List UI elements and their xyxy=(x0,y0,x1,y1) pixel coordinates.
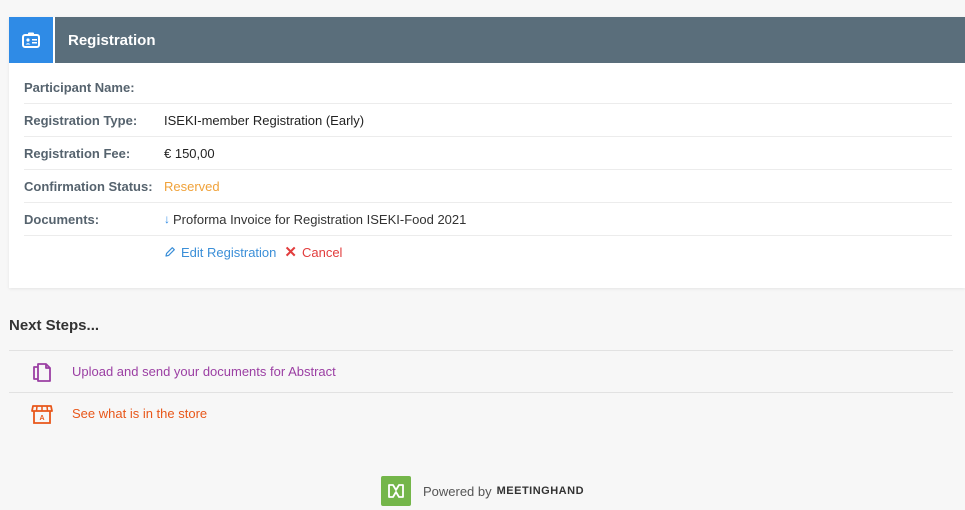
upload-documents-label: Upload and send your documents for Abstr… xyxy=(72,364,336,379)
documents-label: Documents: xyxy=(24,211,100,227)
registration-type-label: Registration Type: xyxy=(24,112,138,128)
footer: Powered by MEETINGHAND xyxy=(0,476,965,506)
confirmation-status-row: Confirmation Status: Reserved xyxy=(24,170,952,203)
documents-row: Documents: ↓ Proforma Invoice for Regist… xyxy=(24,203,952,236)
next-steps-title: Next Steps... xyxy=(9,317,100,334)
close-icon: ✕ xyxy=(284,244,297,261)
store-icon: A xyxy=(31,403,53,425)
registration-fee-value: € 150,00 xyxy=(164,145,215,161)
actions-row: Edit Registration ✕ Cancel xyxy=(24,236,952,268)
card-title: Registration xyxy=(68,31,156,49)
registration-fee-label: Registration Fee: xyxy=(24,145,131,161)
upload-documents-link[interactable]: Upload and send your documents for Abstr… xyxy=(9,351,953,393)
proforma-invoice-label: Proforma Invoice for Registration ISEKI-… xyxy=(173,211,467,227)
documents-icon xyxy=(31,361,53,383)
status-badge: Reserved xyxy=(164,178,220,194)
edit-registration-label: Edit Registration xyxy=(181,244,277,260)
confirmation-status-label: Confirmation Status: xyxy=(24,178,153,194)
powered-by-text: Powered by xyxy=(422,483,492,499)
svg-text:A: A xyxy=(39,415,44,422)
registration-type-row: Registration Type: ISEKI-member Registra… xyxy=(24,104,952,137)
brand-name[interactable]: MEETINGHAND xyxy=(497,485,584,497)
registration-type-value: ISEKI-member Registration (Early) xyxy=(164,112,365,128)
id-card-icon xyxy=(9,17,55,63)
registration-details: Participant Name: Registration Type: ISE… xyxy=(9,71,965,268)
card-header: Registration xyxy=(9,17,965,63)
next-steps-list: Upload and send your documents for Abstr… xyxy=(9,350,953,434)
meetinghand-logo xyxy=(380,476,411,506)
pencil-icon xyxy=(165,247,175,257)
download-arrow-icon: ↓ xyxy=(164,212,170,226)
edit-registration-button[interactable]: Edit Registration xyxy=(164,245,276,260)
registration-actions: Edit Registration ✕ Cancel xyxy=(164,243,342,261)
participant-name-label: Participant Name: xyxy=(24,79,135,95)
cancel-button[interactable]: ✕ Cancel xyxy=(284,243,342,261)
cancel-label: Cancel xyxy=(301,244,343,260)
store-link[interactable]: A See what is in the store xyxy=(9,393,953,434)
store-label: See what is in the store xyxy=(72,406,208,421)
registration-card: Registration Participant Name: Registrat… xyxy=(9,17,965,288)
registration-fee-row: Registration Fee: € 150,00 xyxy=(24,137,952,170)
proforma-invoice-link[interactable]: ↓ Proforma Invoice for Registration ISEK… xyxy=(164,212,466,227)
participant-name-row: Participant Name: xyxy=(24,71,952,104)
